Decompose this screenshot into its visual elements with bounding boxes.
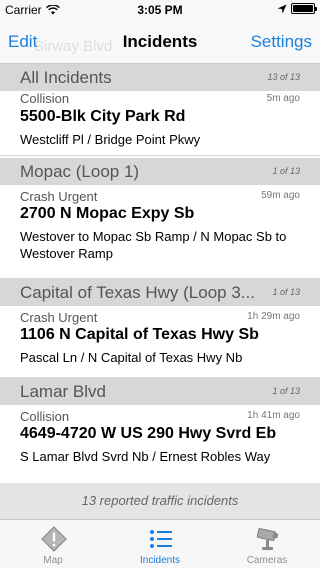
tab-incidents[interactable]: Incidents [107,520,213,568]
incident-count-footer: 13 reported traffic incidents [0,483,320,519]
tab-label: Cameras [246,555,288,566]
incident-list[interactable]: All Incidents 13 of 13 Collision 5m ago … [0,64,320,519]
section-header-mopac[interactable]: Mopac (Loop 1) 1 of 13 [0,158,320,185]
incident-type: Collision [20,91,70,106]
location-arrow-icon [277,4,287,13]
incident-cross-streets: Westover to Mopac Sb Ramp / N Mopac Sb t… [20,229,287,261]
camera-icon [256,528,279,550]
tab-label: Map [43,555,63,566]
section-header-capital-of-texas[interactable]: Capital of Texas Hwy (Loop 3... 1 of 13 [0,279,320,306]
section-title: Capital of Texas Hwy (Loop 3... [20,283,255,302]
clock: 3:05 PM [137,3,183,17]
incident-address: 5500-Blk City Park Rd [20,108,186,125]
incident-row[interactable]: Collision 5m ago 5500-Blk City Park Rd W… [0,91,320,156]
section-title: Lamar Blvd [20,382,106,401]
incident-time: 1h 29m ago [247,311,300,322]
tab-map[interactable]: Map [0,520,106,568]
incident-time: 5m ago [266,93,300,104]
incident-row[interactable]: Crash Urgent 59m ago 2700 N Mopac Expy S… [0,185,320,279]
incident-row[interactable]: Crash Urgent 1h 29m ago 1106 N Capital o… [0,306,320,378]
section-header-all-incidents[interactable]: All Incidents 13 of 13 [0,64,320,91]
tab-label: Incidents [139,555,181,566]
warning-sign-icon [41,526,67,552]
section-header-lamar-blvd[interactable]: Lamar Blvd 1 of 13 [0,378,320,405]
incident-cross-streets: Westcliff Pl / Bridge Point Pkwy [20,132,201,147]
status-bar: Carrier 3:05 PM [0,0,320,20]
section-count: 1 of 13 [272,166,300,176]
incident-cross-streets: S Lamar Blvd Svrd Nb / Ernest Robles Way [20,449,271,464]
incident-cross-streets: Pascal Ln / N Capital of Texas Hwy Nb [20,350,243,365]
section-count: 13 of 13 [267,72,300,82]
incident-address: 2700 N Mopac Expy Sb [20,205,195,222]
incident-time: 1h 41m ago [247,410,300,421]
tab-bar: Map Incidents Cameras [0,519,320,568]
battery-icon [291,3,317,14]
section-title: All Incidents [20,68,112,87]
section-count: 1 of 13 [272,287,300,297]
incident-address: 4649-4720 W US 290 Hwy Svrd Eb [20,425,277,442]
list-icon [150,530,172,548]
incident-row[interactable]: Collision 1h 41m ago 4649-4720 W US 290 … [0,405,320,483]
settings-button[interactable]: Settings [251,32,312,52]
navigation-bar: Sirway Blvd Edit Incidents Settings [0,20,320,64]
section-count: 1 of 13 [272,386,300,396]
incident-address: 1106 N Capital of Texas Hwy Sb [20,326,259,343]
incident-time: 59m ago [261,190,300,201]
incident-type: Collision [20,409,70,424]
incident-type: Crash Urgent [20,310,98,325]
incident-type: Crash Urgent [20,189,98,204]
section-title: Mopac (Loop 1) [20,162,140,181]
tab-cameras[interactable]: Cameras [214,520,320,568]
